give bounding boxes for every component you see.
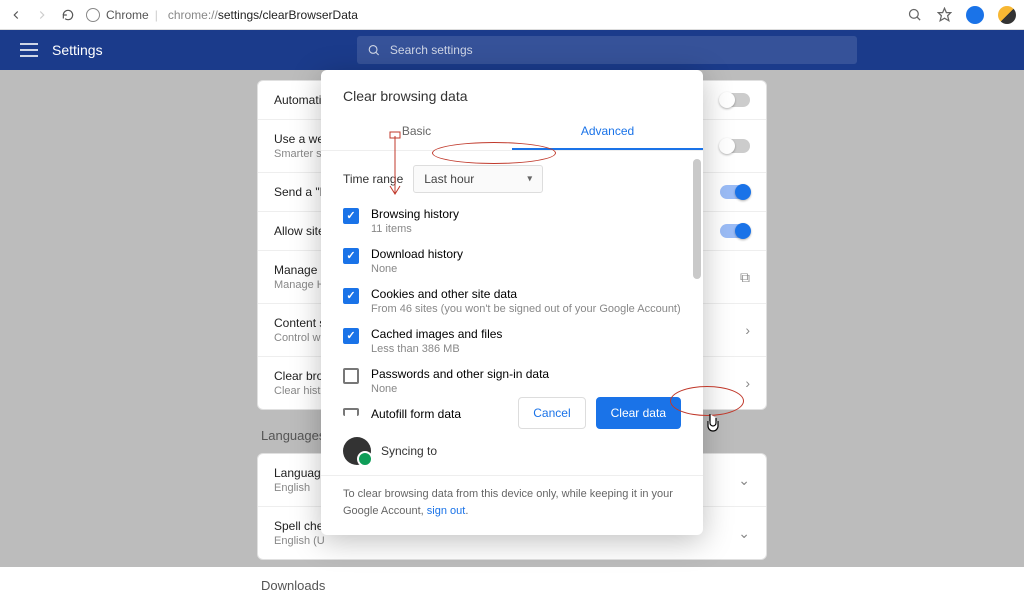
menu-icon[interactable] [20,43,38,57]
reload-button[interactable] [60,7,76,23]
dialog-body: Time range Last hour ▾ Browsing history1… [321,151,703,387]
time-range-select[interactable]: Last hour ▾ [413,165,543,193]
scrollbar[interactable] [693,159,701,379]
forward-button[interactable] [34,7,50,23]
option-browsing-history[interactable]: Browsing history11 items [343,207,681,235]
sync-row: Syncing to [321,437,703,476]
profile-avatar-icon[interactable] [966,6,984,24]
toolbar-right [906,6,1016,24]
sign-out-link[interactable]: sign out [427,505,466,517]
avatar [343,437,371,465]
checkbox[interactable] [343,248,359,264]
extension-icon[interactable] [998,6,1016,24]
search-box[interactable] [357,36,857,64]
checkbox[interactable] [343,368,359,384]
toggle[interactable] [720,185,750,199]
site-chip: Chrome | [86,8,158,22]
dialog-tabs: Basic Advanced [321,114,703,151]
toggle[interactable] [720,93,750,107]
sync-label: Syncing to [381,444,437,458]
checkbox[interactable] [343,408,359,416]
chevron-down-icon: ▾ [527,174,532,185]
app-header: Settings [0,30,1024,70]
section-heading: Downloads [261,578,767,593]
clear-browsing-data-dialog: Clear browsing data Basic Advanced Time … [321,70,703,535]
search-icon [367,43,380,57]
toggle[interactable] [720,224,750,238]
tab-basic[interactable]: Basic [321,114,512,150]
time-range-label: Time range [343,172,403,186]
address-bar[interactable]: chrome://settings/clearBrowserData [168,8,358,22]
toggle[interactable] [720,139,750,153]
chevron-down-icon: ⌄ [738,525,750,542]
option-cache[interactable]: Cached images and filesLess than 386 MB [343,327,681,355]
launch-icon: ⧉ [740,269,750,286]
star-icon[interactable] [936,7,952,23]
chevron-down-icon: ⌄ [738,472,750,489]
search-icon[interactable] [906,7,922,23]
dialog-title: Clear browsing data [321,88,703,114]
checkbox[interactable] [343,288,359,304]
chevron-right-icon: › [745,322,750,338]
option-passwords[interactable]: Passwords and other sign-in dataNone [343,367,681,395]
back-button[interactable] [8,7,24,23]
option-download-history[interactable]: Download historyNone [343,247,681,275]
option-autofill[interactable]: Autofill form data [343,407,681,421]
page-title: Settings [52,42,103,58]
browser-toolbar: Chrome | chrome://settings/clearBrowserD… [0,0,1024,30]
search-input[interactable] [390,43,847,57]
signout-blurb: To clear browsing data from this device … [321,486,703,519]
tab-advanced[interactable]: Advanced [512,114,703,150]
site-chip-label: Chrome [106,8,149,22]
chevron-right-icon: › [745,375,750,391]
checkbox[interactable] [343,328,359,344]
site-info-icon[interactable] [86,8,100,22]
checkbox[interactable] [343,208,359,224]
time-range-row: Time range Last hour ▾ [343,165,681,193]
option-cookies[interactable]: Cookies and other site dataFrom 46 sites… [343,287,681,315]
